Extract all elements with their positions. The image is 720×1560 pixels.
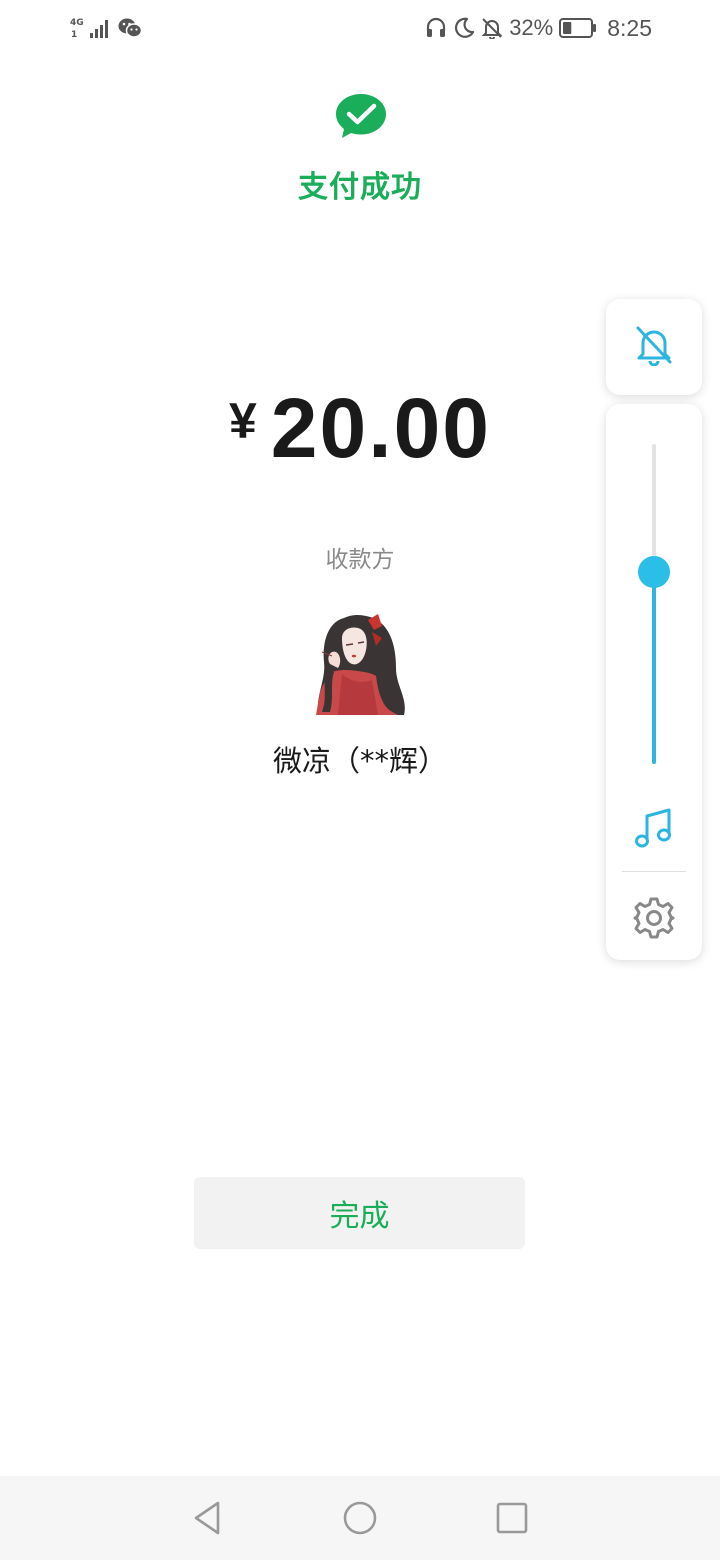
music-note-icon[interactable] [634, 806, 674, 850]
bell-off-icon [481, 17, 503, 39]
back-triangle-icon[interactable] [188, 1498, 228, 1538]
status-bar: 4G 1 32% 8:25 [0, 0, 720, 56]
wechat-icon [118, 17, 142, 39]
wechat-pay-check-icon [334, 92, 388, 140]
volume-slider-fill [652, 572, 656, 764]
status-bar-right: 32% 8:25 [425, 14, 652, 42]
payment-amount: 20.00 [270, 381, 492, 475]
gear-icon[interactable] [632, 896, 676, 940]
headphones-icon [425, 17, 447, 39]
moon-icon [453, 17, 475, 39]
clock: 8:25 [607, 14, 652, 41]
network-4g-icon: 4G 1 [70, 16, 84, 40]
volume-slider-thumb[interactable] [638, 556, 670, 588]
signal-icon [90, 17, 112, 39]
recents-square-icon[interactable] [492, 1498, 532, 1538]
navigation-bar [0, 1476, 720, 1560]
battery-percent: 32% [509, 15, 554, 40]
volume-slider[interactable] [638, 444, 670, 764]
bell-off-icon [634, 324, 674, 370]
home-circle-icon[interactable] [340, 1498, 380, 1538]
mute-toggle-button[interactable] [606, 299, 702, 395]
volume-panel-divider [622, 871, 686, 872]
svg-text:4G: 4G [70, 18, 84, 28]
status-bar-left: 4G 1 [70, 14, 142, 42]
volume-panel [606, 404, 702, 960]
done-button[interactable]: 完成 [194, 1177, 525, 1249]
currency-symbol: ¥ [228, 393, 257, 449]
avatar [308, 612, 411, 715]
success-title: 支付成功 [298, 170, 422, 205]
battery-icon [559, 18, 597, 38]
svg-text:1: 1 [71, 30, 77, 40]
